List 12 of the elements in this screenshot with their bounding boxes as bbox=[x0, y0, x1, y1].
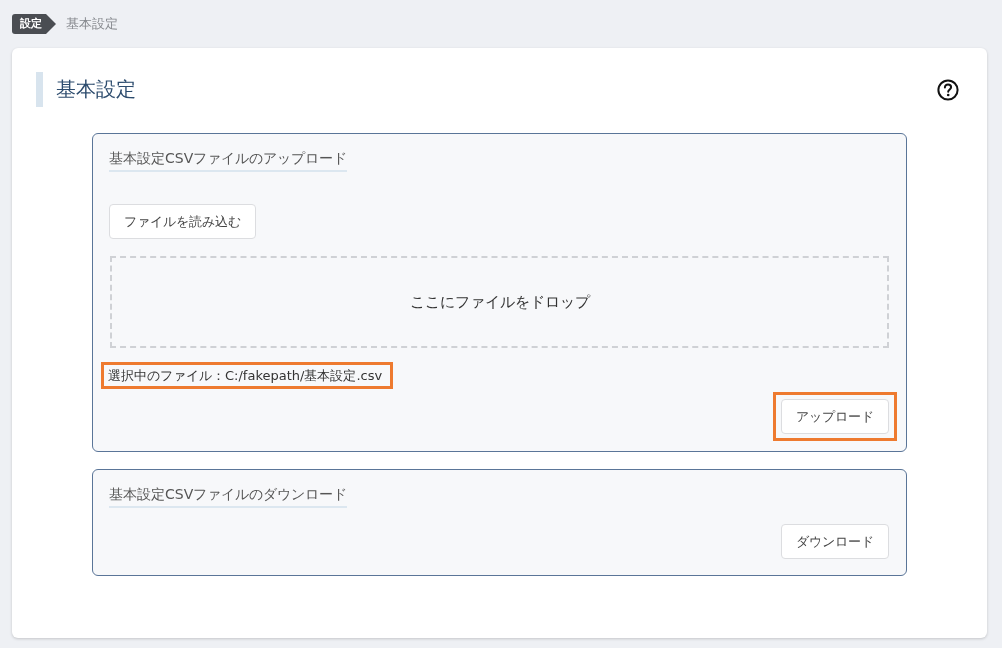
load-file-button[interactable]: ファイルを読み込む bbox=[109, 204, 256, 239]
upload-button[interactable]: アップロード bbox=[781, 399, 889, 434]
page-title: 基本設定 bbox=[56, 76, 136, 103]
download-button[interactable]: ダウンロード bbox=[781, 524, 889, 559]
breadcrumb-current: 基本設定 bbox=[66, 15, 118, 33]
breadcrumb-link[interactable]: 設定 bbox=[12, 14, 56, 34]
help-icon[interactable] bbox=[937, 78, 959, 101]
section-title: 基本設定CSVファイルのダウンロード bbox=[109, 484, 348, 508]
selected-file-label: 選択中のファイル：C:/fakepath/基本設定.csv bbox=[108, 368, 383, 383]
section-title: 基本設定CSVファイルのアップロード bbox=[109, 148, 348, 172]
file-drop-zone[interactable]: ここにファイルをドロップ bbox=[110, 256, 889, 348]
title-accent-bar bbox=[36, 72, 43, 107]
